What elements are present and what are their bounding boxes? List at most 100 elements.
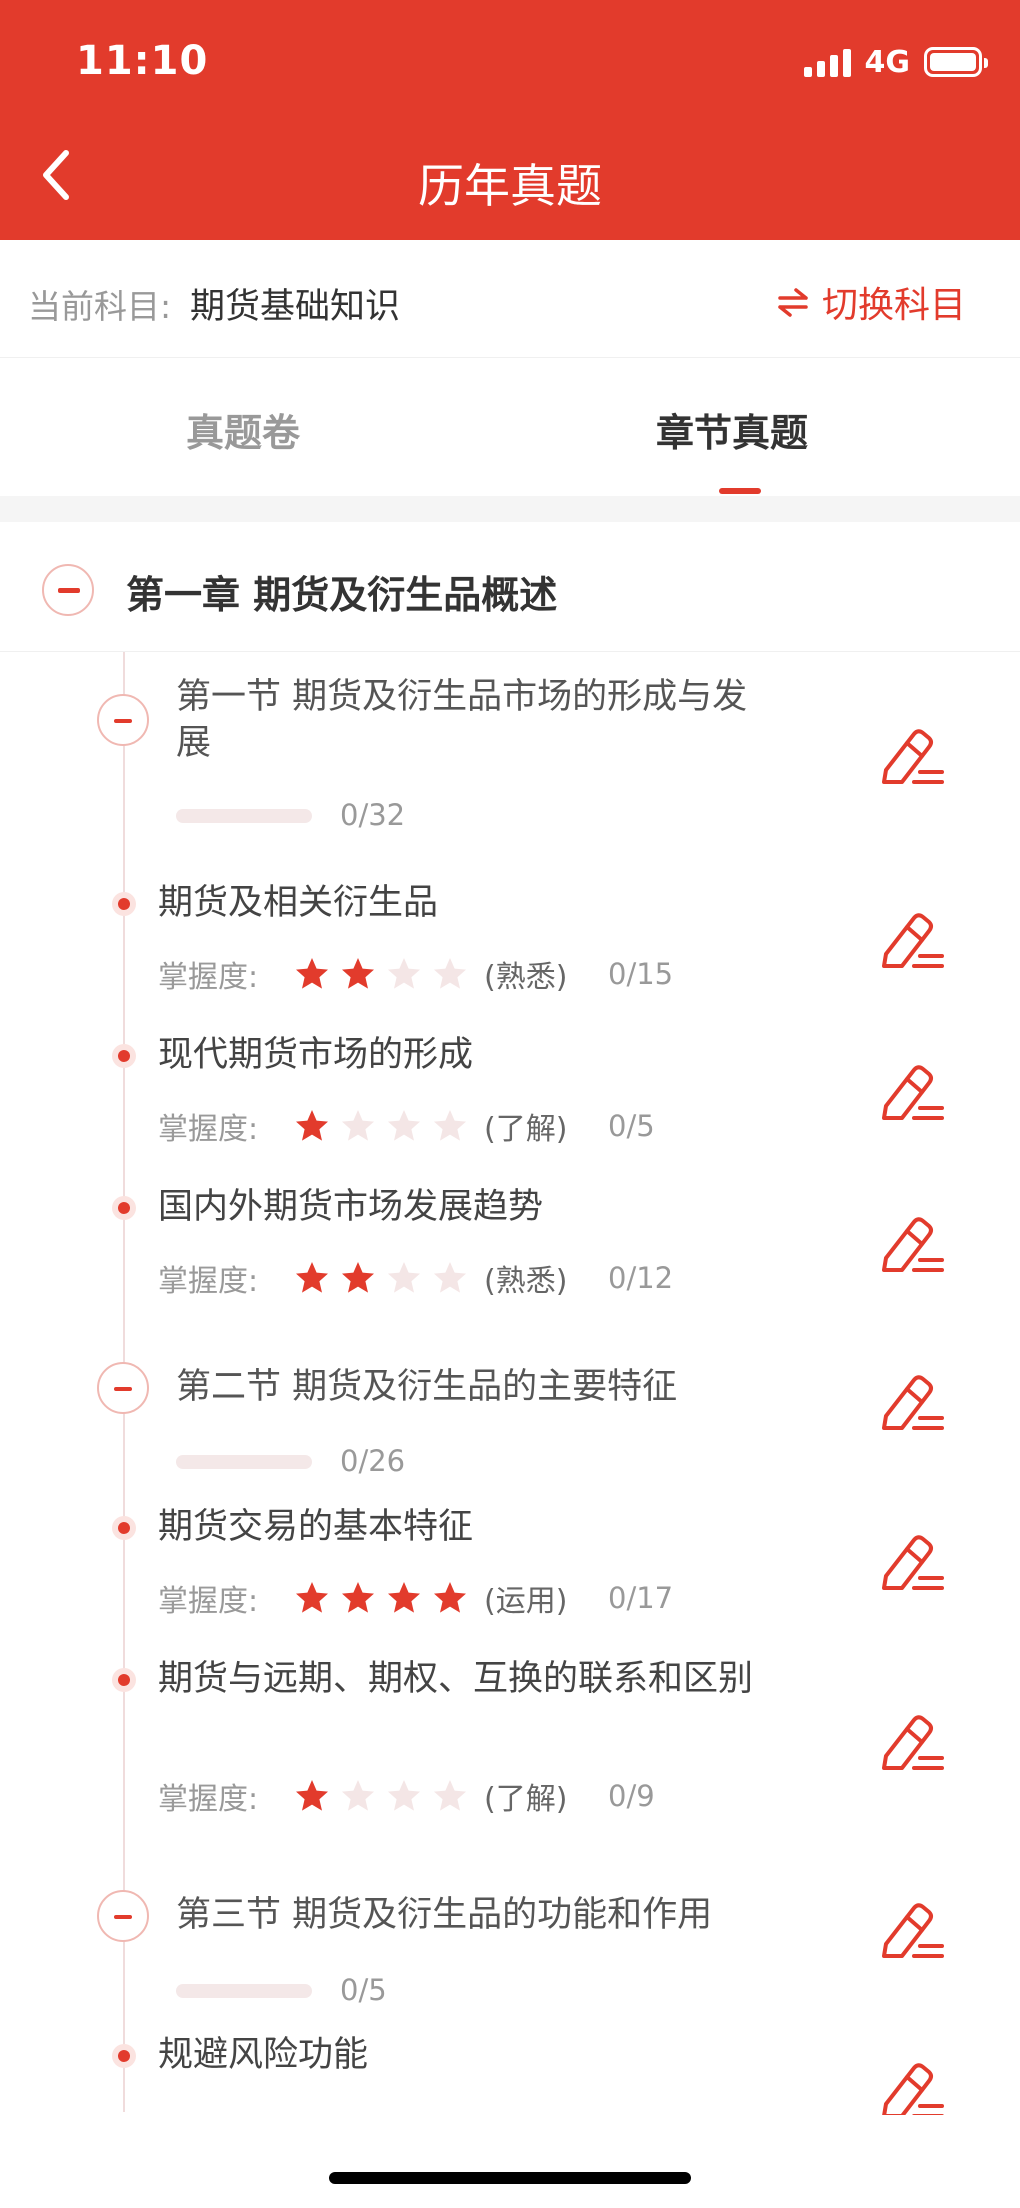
- star-filled-icon: [296, 958, 328, 989]
- pencil-icon: [882, 1217, 944, 1272]
- pencil-icon: [882, 2063, 944, 2118]
- mastery-row: 掌握度: (运用) 0/17: [158, 1578, 674, 1619]
- mastery-stars: [294, 956, 468, 992]
- star-filled-icon: [342, 1262, 374, 1293]
- section-collapse-icon[interactable]: [97, 1890, 149, 1942]
- section-progress-text: 0/32: [340, 798, 406, 832]
- network-type: 4G: [864, 44, 911, 80]
- star-filled-icon: [296, 1262, 328, 1293]
- star-filled-icon: [296, 1780, 328, 1811]
- app-screen: 11:10 4G 历年真题 当前科目: 期货基础知识 切换科目 真题卷 章节真题…: [0, 0, 1020, 2208]
- active-tab-indicator: [719, 488, 761, 494]
- switch-subject-label: 切换科目: [821, 285, 966, 326]
- section-title: 第三节 期货及衍生品的功能和作用: [176, 1895, 713, 1935]
- mastery-row: 掌握度: (熟悉) 0/15: [158, 954, 674, 995]
- knowledge-point-dot: [112, 1044, 136, 1068]
- chapter-title: 第一章 期货及衍生品概述: [126, 573, 558, 617]
- question-count: 0/17: [608, 1581, 674, 1615]
- subject-value: 期货基础知识: [190, 287, 401, 327]
- mastery-stars: [294, 1580, 468, 1616]
- star-empty-icon: [388, 1110, 420, 1141]
- practice-edit-icon[interactable]: [880, 2060, 946, 2122]
- mastery-label: 掌握度:: [158, 1782, 259, 1817]
- pencil-icon: [882, 1065, 944, 1120]
- section-title: 第二节 期货及衍生品的主要特征: [176, 1367, 678, 1407]
- knowledge-point-title[interactable]: 国内外期货市场发展趋势: [158, 1184, 758, 1230]
- mastery-level: (熟悉): [484, 1264, 568, 1299]
- collapse-icon[interactable]: [42, 564, 94, 616]
- mastery-label: 掌握度:: [158, 1112, 259, 1147]
- mastery-stars: [294, 1108, 468, 1144]
- star-empty-icon: [434, 1110, 466, 1141]
- section-progress-text: 0/5: [340, 1973, 387, 2007]
- home-indicator[interactable]: [329, 2172, 691, 2184]
- mastery-row: 掌握度: (熟悉) 0/12: [158, 1258, 674, 1299]
- star-empty-icon: [388, 1780, 420, 1811]
- pencil-icon: [882, 1375, 944, 1430]
- tab-chapter-questions[interactable]: 章节真题: [656, 402, 808, 457]
- practice-edit-icon[interactable]: [880, 1062, 946, 1124]
- star-empty-icon: [388, 1262, 420, 1293]
- subject-label: 当前科目:: [28, 287, 172, 326]
- tab-bar: 真题卷 章节真题: [0, 358, 1020, 496]
- star-empty-icon: [342, 1110, 374, 1141]
- tab-past-papers[interactable]: 真题卷: [186, 402, 300, 457]
- star-filled-icon: [296, 1110, 328, 1141]
- current-subject-bar: 当前科目: 期货基础知识 切换科目: [0, 240, 1020, 358]
- pencil-icon: [882, 913, 944, 968]
- star-filled-icon: [342, 1582, 374, 1613]
- mastery-row: 掌握度: (了解) 0/9: [158, 1776, 655, 1817]
- star-filled-icon: [342, 958, 374, 989]
- section-collapse-icon[interactable]: [97, 1362, 149, 1414]
- practice-edit-icon[interactable]: [880, 1372, 946, 1434]
- practice-edit-icon[interactable]: [880, 1900, 946, 1962]
- star-empty-icon: [434, 1780, 466, 1811]
- star-empty-icon: [434, 958, 466, 989]
- knowledge-point-title[interactable]: 期货交易的基本特征: [158, 1504, 758, 1550]
- star-filled-icon: [388, 1582, 420, 1613]
- question-count: 0/12: [608, 1261, 674, 1295]
- practice-edit-icon[interactable]: [880, 1532, 946, 1594]
- knowledge-point-dot: [112, 2044, 136, 2068]
- app-header: 11:10 4G 历年真题: [0, 0, 1020, 240]
- star-filled-icon: [434, 1582, 466, 1613]
- question-count: 0/15: [608, 957, 674, 991]
- star-empty-icon: [388, 958, 420, 989]
- practice-edit-icon[interactable]: [880, 726, 946, 788]
- knowledge-point-dot: [112, 892, 136, 916]
- pencil-icon: [882, 1535, 944, 1590]
- section-progress-text: 0/26: [340, 1444, 406, 1478]
- practice-edit-icon[interactable]: [880, 1214, 946, 1276]
- mastery-stars: [294, 1260, 468, 1296]
- mastery-level: (了解): [484, 1112, 568, 1147]
- question-count: 0/9: [608, 1779, 655, 1813]
- practice-edit-icon[interactable]: [880, 910, 946, 972]
- swap-icon: [778, 288, 808, 317]
- battery-icon: [924, 47, 988, 77]
- pencil-icon: [882, 1715, 944, 1770]
- chapter-header[interactable]: 第一章 期货及衍生品概述: [0, 522, 1020, 652]
- pencil-icon: [882, 729, 944, 784]
- page-title: 历年真题: [418, 159, 602, 213]
- knowledge-point-title[interactable]: 规避风险功能: [158, 2032, 758, 2078]
- knowledge-point-dot: [112, 1196, 136, 1220]
- status-time: 11:10: [76, 38, 209, 84]
- section-title: 第一节 期货及衍生品市场的形成与发展: [176, 677, 748, 763]
- mastery-stars: [294, 1778, 468, 1814]
- knowledge-point-dot: [112, 1668, 136, 1692]
- signal-icon: [803, 47, 851, 77]
- status-icons: 4G: [803, 44, 988, 80]
- mastery-row: 掌握度: (了解) 0/5: [158, 1106, 655, 1147]
- knowledge-point-title[interactable]: 期货与远期、期权、互换的联系和区别: [158, 1656, 758, 1702]
- star-empty-icon: [342, 1780, 374, 1811]
- mastery-label: 掌握度:: [158, 1264, 259, 1299]
- star-empty-icon: [434, 1262, 466, 1293]
- section-divider: [0, 496, 1020, 522]
- mastery-level: (了解): [484, 1782, 568, 1817]
- section-collapse-icon[interactable]: [97, 694, 149, 746]
- switch-subject-button[interactable]: 切换科目: [776, 276, 966, 328]
- knowledge-point-title[interactable]: 期货及相关衍生品: [158, 880, 758, 926]
- knowledge-point-title[interactable]: 现代期货市场的形成: [158, 1032, 758, 1078]
- practice-edit-icon[interactable]: [880, 1712, 946, 1774]
- mastery-label: 掌握度:: [158, 960, 259, 995]
